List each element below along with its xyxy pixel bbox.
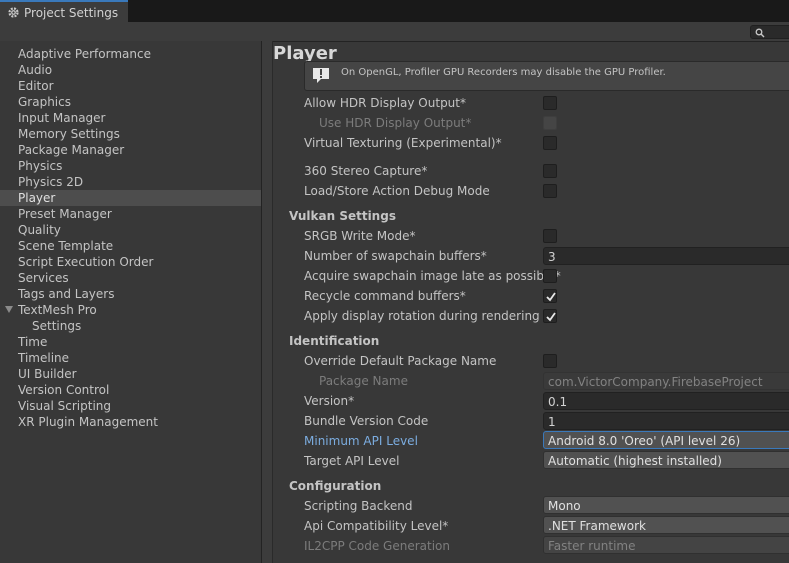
- api-compat-label: Api Compatibility Level*: [304, 519, 449, 533]
- sidebar-item-services[interactable]: Services: [0, 270, 261, 286]
- min-api-level-label: Minimum API Level: [304, 434, 418, 448]
- stereo-capture-label: 360 Stereo Capture*: [304, 164, 428, 178]
- override-package-label: Override Default Package Name: [304, 354, 497, 368]
- sidebar-item-editor[interactable]: Editor: [0, 78, 261, 94]
- checkmark-icon: [546, 292, 556, 302]
- sidebar-item-visual-scripting[interactable]: Visual Scripting: [0, 398, 261, 414]
- allow-hdr-label: Allow HDR Display Output*: [304, 96, 466, 110]
- sidebar-item-adaptive-performance[interactable]: Adaptive Performance: [0, 46, 261, 62]
- tab-project-settings[interactable]: Project Settings: [0, 0, 128, 23]
- load-store-debug-label: Load/Store Action Debug Mode: [304, 184, 490, 198]
- checkmark-icon: [546, 312, 556, 322]
- stereo-capture-checkbox[interactable]: [543, 164, 557, 178]
- sidebar-item-physics-2d[interactable]: Physics 2D: [0, 174, 261, 190]
- allow-hdr-checkbox[interactable]: [543, 96, 557, 110]
- sidebar-item-memory-settings[interactable]: Memory Settings: [0, 126, 261, 142]
- tab-title: Project Settings: [24, 5, 119, 20]
- swapchain-buffers-label: Number of swapchain buffers*: [304, 249, 487, 263]
- gear-icon: [7, 6, 20, 19]
- configuration-header: Configuration: [289, 479, 382, 493]
- sidebar-item-tags-and-layers[interactable]: Tags and Layers: [0, 286, 261, 302]
- settings-sidebar: Adaptive Performance Audio Editor Graphi…: [0, 41, 262, 563]
- version-field[interactable]: 0.1: [543, 392, 789, 410]
- sidebar-item-player[interactable]: Player: [0, 190, 261, 206]
- recycle-buffers-checkbox[interactable]: [543, 289, 557, 303]
- sidebar-item-script-execution-order[interactable]: Script Execution Order: [0, 254, 261, 270]
- bundle-version-label: Bundle Version Code: [304, 414, 429, 428]
- info-text: On OpenGL, Profiler GPU Recorders may di…: [341, 67, 666, 78]
- acquire-swapchain-checkbox[interactable]: [543, 269, 557, 283]
- splitter[interactable]: [262, 41, 273, 563]
- swapchain-buffers-field[interactable]: 3: [543, 247, 789, 265]
- sidebar-item-version-control[interactable]: Version Control: [0, 382, 261, 398]
- search-icon: [755, 27, 765, 38]
- il2cpp-codegen-dropdown: Faster runtime: [543, 536, 789, 554]
- virtual-texturing-label: Virtual Texturing (Experimental)*: [304, 136, 502, 150]
- sidebar-item-ui-builder[interactable]: UI Builder: [0, 366, 261, 382]
- sidebar-item-graphics[interactable]: Graphics: [0, 94, 261, 110]
- scripting-backend-dropdown[interactable]: Mono: [543, 496, 789, 514]
- package-name-field: com.VictorCompany.FirebaseProject: [543, 372, 789, 390]
- sidebar-item-input-manager[interactable]: Input Manager: [0, 110, 261, 126]
- sidebar-item-textmesh-pro[interactable]: TextMesh Pro: [0, 302, 261, 318]
- player-settings-panel: Player On OpenGL, Profiler GPU Recorders…: [273, 41, 789, 563]
- version-label: Version*: [304, 394, 355, 408]
- il2cpp-codegen-label: IL2CPP Code Generation: [304, 539, 451, 553]
- recycle-buffers-label: Recycle command buffers*: [304, 289, 466, 303]
- srgb-write-checkbox[interactable]: [543, 229, 557, 243]
- search-input[interactable]: [750, 25, 789, 39]
- min-api-level-dropdown[interactable]: Android 8.0 'Oreo' (API level 26): [543, 431, 789, 449]
- sidebar-item-time[interactable]: Time: [0, 334, 261, 350]
- display-rotation-label: Apply display rotation during rendering: [304, 309, 540, 323]
- identification-header: Identification: [289, 334, 380, 348]
- api-compat-dropdown[interactable]: .NET Framework: [543, 516, 789, 534]
- scripting-backend-label: Scripting Backend: [304, 499, 413, 513]
- srgb-write-label: SRGB Write Mode*: [304, 229, 416, 243]
- sidebar-item-scene-template[interactable]: Scene Template: [0, 238, 261, 254]
- virtual-texturing-checkbox[interactable]: [543, 136, 557, 150]
- target-api-level-dropdown[interactable]: Automatic (highest installed): [543, 451, 789, 469]
- sidebar-item-textmesh-settings[interactable]: Settings: [0, 318, 261, 334]
- sidebar-item-package-manager[interactable]: Package Manager: [0, 142, 261, 158]
- vulkan-settings-header: Vulkan Settings: [289, 209, 396, 223]
- target-api-level-label: Target API Level: [304, 454, 400, 468]
- sidebar-item-timeline[interactable]: Timeline: [0, 350, 261, 366]
- info-box: On OpenGL, Profiler GPU Recorders may di…: [304, 61, 789, 91]
- use-hdr-checkbox: [543, 116, 557, 130]
- expand-triangle-icon[interactable]: [5, 306, 13, 313]
- use-hdr-label: Use HDR Display Output*: [319, 116, 472, 130]
- sidebar-item-xr-plugin-management[interactable]: XR Plugin Management: [0, 414, 261, 430]
- sidebar-item-physics[interactable]: Physics: [0, 158, 261, 174]
- sidebar-item-quality[interactable]: Quality: [0, 222, 261, 238]
- toolbar: [0, 22, 789, 42]
- bundle-version-field[interactable]: 1: [543, 412, 789, 430]
- acquire-swapchain-label: Acquire swapchain image late as possible…: [304, 269, 561, 283]
- display-rotation-checkbox[interactable]: [543, 309, 557, 323]
- info-bubble-icon: [311, 66, 331, 86]
- override-package-checkbox[interactable]: [543, 354, 557, 368]
- sidebar-item-audio[interactable]: Audio: [0, 62, 261, 78]
- tab-bar: Project Settings: [0, 0, 789, 23]
- package-name-label: Package Name: [319, 374, 408, 388]
- sidebar-item-preset-manager[interactable]: Preset Manager: [0, 206, 261, 222]
- load-store-debug-checkbox[interactable]: [543, 184, 557, 198]
